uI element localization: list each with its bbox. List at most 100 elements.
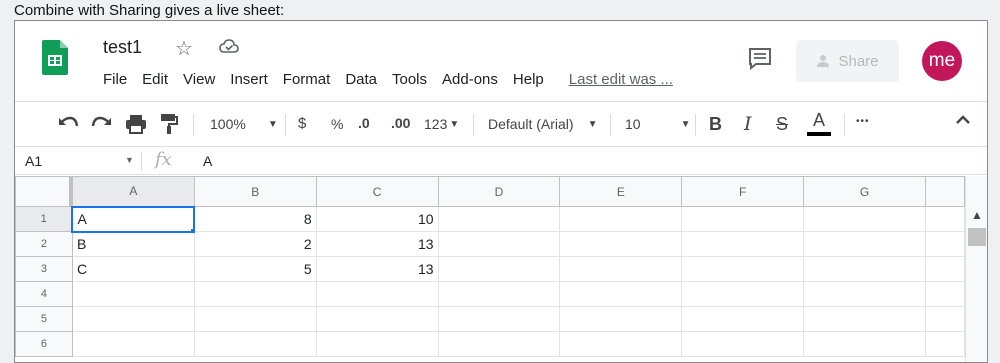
undo-icon[interactable] bbox=[57, 114, 79, 132]
cell[interactable] bbox=[681, 256, 805, 282]
cell[interactable] bbox=[437, 331, 561, 357]
print-icon[interactable] bbox=[125, 114, 147, 134]
menu-addons[interactable]: Add-ons bbox=[442, 71, 498, 88]
cell[interactable] bbox=[924, 206, 966, 232]
row-header[interactable]: 5 bbox=[15, 306, 73, 332]
cell[interactable] bbox=[803, 231, 926, 257]
italic-button[interactable]: I bbox=[744, 113, 752, 135]
row-header[interactable]: 3 bbox=[15, 256, 73, 282]
menu-tools[interactable]: Tools bbox=[392, 71, 427, 88]
menu-help[interactable]: Help bbox=[513, 71, 544, 88]
cell-c1[interactable]: 10 bbox=[315, 206, 439, 232]
cell[interactable] bbox=[803, 206, 926, 232]
redo-icon[interactable] bbox=[91, 114, 113, 132]
formula-input[interactable]: A bbox=[203, 153, 212, 169]
column-header-b[interactable]: B bbox=[193, 176, 317, 207]
cell-a2[interactable]: B bbox=[71, 231, 195, 257]
cell[interactable] bbox=[681, 281, 805, 307]
cell-c3[interactable]: 13 bbox=[315, 256, 439, 282]
cell[interactable] bbox=[437, 231, 561, 257]
cell-a1[interactable]: A bbox=[71, 205, 196, 233]
fill-handle[interactable] bbox=[190, 227, 193, 230]
strikethrough-button[interactable]: S bbox=[776, 114, 788, 135]
cell[interactable] bbox=[559, 331, 683, 357]
cell[interactable] bbox=[437, 256, 561, 282]
cell-b3[interactable]: 5 bbox=[193, 256, 317, 282]
cell[interactable] bbox=[924, 331, 966, 357]
percent-format-button[interactable]: % bbox=[331, 116, 343, 132]
cell[interactable] bbox=[71, 331, 195, 357]
chevron-down-icon[interactable]: ▼ bbox=[125, 155, 134, 165]
collapse-toolbar-icon[interactable] bbox=[955, 114, 971, 126]
cloud-saved-icon[interactable] bbox=[219, 38, 239, 54]
cell-c2[interactable]: 13 bbox=[315, 231, 439, 257]
menu-edit[interactable]: Edit bbox=[142, 71, 168, 88]
last-edit-link[interactable]: Last edit was ... bbox=[569, 71, 673, 88]
cell[interactable] bbox=[924, 256, 966, 282]
column-header-g[interactable]: G bbox=[803, 176, 926, 207]
zoom-select[interactable]: 100% ▼ bbox=[210, 116, 278, 132]
cell[interactable] bbox=[803, 281, 926, 307]
cell[interactable] bbox=[71, 306, 195, 332]
row-header[interactable]: 4 bbox=[15, 281, 73, 307]
more-options-icon[interactable]: ••• bbox=[856, 116, 870, 127]
star-icon[interactable]: ☆ bbox=[175, 36, 193, 61]
menu-data[interactable]: Data bbox=[345, 71, 377, 88]
cell[interactable] bbox=[681, 331, 805, 357]
cell-a3[interactable]: C bbox=[71, 256, 195, 282]
cell[interactable] bbox=[193, 306, 317, 332]
column-header-e[interactable]: E bbox=[559, 176, 683, 207]
font-family-select[interactable]: Default (Arial) ▼ bbox=[488, 116, 598, 132]
cell[interactable] bbox=[437, 281, 561, 307]
share-button[interactable]: Share bbox=[796, 40, 899, 82]
column-header-c[interactable]: C bbox=[315, 176, 439, 207]
column-header-a[interactable]: A bbox=[71, 176, 195, 207]
currency-format-button[interactable]: $ bbox=[298, 115, 306, 132]
increase-decimal-button[interactable]: .00 bbox=[391, 115, 410, 131]
menu-insert[interactable]: Insert bbox=[230, 71, 268, 88]
menu-view[interactable]: View bbox=[183, 71, 215, 88]
menu-format[interactable]: Format bbox=[283, 71, 331, 88]
cell[interactable] bbox=[803, 306, 926, 332]
select-all-corner[interactable] bbox=[15, 176, 73, 207]
cell[interactable] bbox=[681, 231, 805, 257]
cell[interactable] bbox=[193, 331, 317, 357]
scroll-up-icon[interactable]: ▲ bbox=[971, 208, 983, 222]
cell[interactable] bbox=[681, 206, 805, 232]
cell[interactable] bbox=[437, 306, 561, 332]
sheets-logo-icon[interactable] bbox=[42, 40, 68, 75]
cell[interactable] bbox=[559, 231, 683, 257]
cell[interactable] bbox=[71, 281, 195, 307]
cell-b2[interactable]: 2 bbox=[193, 231, 317, 257]
comment-icon[interactable] bbox=[747, 47, 773, 71]
cell[interactable] bbox=[559, 306, 683, 332]
cell[interactable] bbox=[924, 231, 966, 257]
doc-title[interactable]: test1 bbox=[103, 37, 142, 58]
font-size-select[interactable]: 10 ▼ bbox=[625, 116, 690, 132]
cell[interactable] bbox=[559, 256, 683, 282]
cell[interactable] bbox=[924, 281, 966, 307]
column-header-f[interactable]: F bbox=[681, 176, 805, 207]
cell[interactable] bbox=[193, 281, 317, 307]
cell[interactable] bbox=[559, 206, 683, 232]
text-color-button[interactable]: A bbox=[807, 110, 831, 136]
more-formats-button[interactable]: 123 ▼ bbox=[424, 116, 459, 132]
cell[interactable] bbox=[803, 331, 926, 357]
column-header-d[interactable]: D bbox=[437, 176, 561, 207]
menu-file[interactable]: File bbox=[103, 71, 127, 88]
row-header[interactable]: 2 bbox=[15, 231, 73, 257]
cell[interactable] bbox=[924, 306, 966, 332]
cell[interactable] bbox=[315, 281, 439, 307]
cell[interactable] bbox=[315, 331, 439, 357]
paint-format-icon[interactable] bbox=[159, 113, 179, 135]
cell[interactable] bbox=[315, 306, 439, 332]
bold-button[interactable]: B bbox=[709, 114, 722, 135]
decrease-decimal-button[interactable]: .0 bbox=[358, 115, 370, 131]
avatar[interactable]: me bbox=[922, 41, 962, 81]
row-header[interactable]: 6 bbox=[15, 331, 73, 357]
scrollbar-thumb[interactable] bbox=[968, 228, 986, 246]
name-box[interactable]: A1 bbox=[25, 153, 42, 169]
cell[interactable] bbox=[803, 256, 926, 282]
vertical-scrollbar[interactable]: ▲ bbox=[965, 176, 987, 362]
row-header[interactable]: 1 bbox=[15, 206, 73, 232]
